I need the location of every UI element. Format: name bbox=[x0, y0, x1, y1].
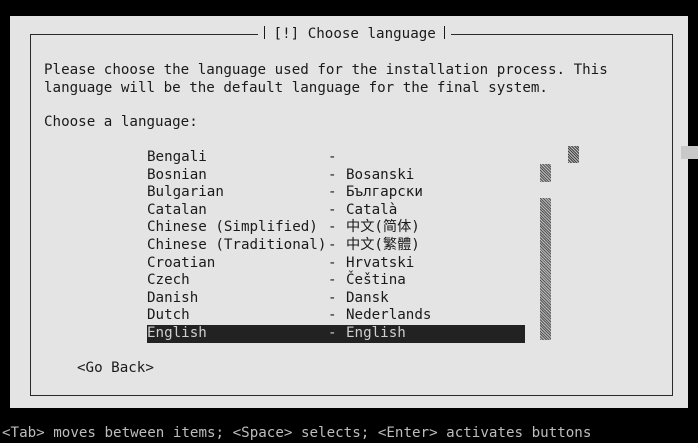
right-edge-marker bbox=[681, 146, 698, 159]
language-option[interactable]: Chinese (Traditional) - 中文(繁體) bbox=[147, 237, 525, 255]
language-name: Czech bbox=[147, 272, 190, 289]
language-option[interactable]: Czech - Čeština bbox=[147, 272, 525, 290]
language-native-name: Čeština bbox=[346, 272, 406, 289]
language-name: Chinese (Traditional) bbox=[147, 236, 327, 253]
language-separator: - bbox=[328, 272, 337, 289]
language-separator: - bbox=[328, 149, 337, 165]
language-name: English bbox=[147, 324, 207, 341]
choose-language-label: Choose a language: bbox=[44, 114, 198, 130]
list-scroll-indicator bbox=[568, 146, 579, 163]
language-separator: - bbox=[328, 201, 337, 218]
language-name: Danish bbox=[147, 289, 199, 306]
prompt-line-1: Please choose the language used for the … bbox=[44, 62, 608, 78]
language-separator: - bbox=[328, 219, 337, 236]
go-back-button[interactable]: <Go Back> bbox=[77, 360, 154, 378]
language-separator: - bbox=[328, 236, 337, 253]
language-name: Bengali bbox=[147, 149, 207, 165]
dialog-title-text: [!] Choose language bbox=[273, 26, 436, 42]
language-option[interactable]: Catalan - Català bbox=[147, 202, 525, 220]
language-separator: - bbox=[328, 307, 337, 324]
language-option[interactable]: English - English bbox=[147, 324, 525, 343]
language-name: Catalan bbox=[147, 201, 207, 218]
language-separator: - bbox=[328, 254, 337, 271]
language-name: Bulgarian bbox=[147, 184, 224, 201]
language-name: Croatian bbox=[147, 254, 216, 271]
language-native-name: 中文(简体) bbox=[346, 219, 420, 236]
dialog-prompt: Please choose the language used for the … bbox=[44, 62, 608, 97]
language-native-name: Български bbox=[346, 184, 423, 201]
title-right-bar bbox=[444, 26, 446, 39]
language-list-scrollbar[interactable] bbox=[540, 164, 551, 340]
language-option[interactable]: Croatian - Hrvatski bbox=[147, 255, 525, 273]
language-native-name: Dansk bbox=[346, 289, 389, 306]
language-option[interactable]: Dutch - Nederlands bbox=[147, 307, 525, 325]
language-name: Bosnian bbox=[147, 166, 207, 183]
language-native-name bbox=[346, 149, 525, 167]
language-native-name: English bbox=[346, 324, 406, 341]
title-left-bar bbox=[264, 26, 265, 39]
language-separator: - bbox=[328, 324, 337, 341]
language-option[interactable]: Bulgarian - Български bbox=[147, 184, 525, 202]
language-native-name: Hrvatski bbox=[346, 254, 415, 271]
language-separator: - bbox=[328, 184, 337, 201]
installer-screen: [!] Choose language Please choose the la… bbox=[0, 0, 698, 443]
language-name: Chinese (Simplified) bbox=[147, 219, 318, 236]
language-option[interactable]: Chinese (Simplified) - 中文(简体) bbox=[147, 219, 525, 237]
language-option[interactable]: Bosnian - Bosanski bbox=[147, 167, 525, 185]
language-native-name: Nederlands bbox=[346, 307, 432, 324]
language-native-name: Bosanski bbox=[346, 166, 415, 183]
language-option[interactable]: Danish - Dansk bbox=[147, 290, 525, 308]
scrollbar-track[interactable] bbox=[540, 198, 551, 340]
language-native-name: Català bbox=[346, 201, 398, 218]
scrollbar-thumb[interactable] bbox=[540, 164, 551, 182]
prompt-line-2: language will be the default language fo… bbox=[44, 79, 548, 96]
language-native-name: 中文(繁體) bbox=[346, 236, 420, 253]
language-separator: - bbox=[328, 166, 337, 183]
language-list[interactable]: Bengali - Bosnian - Bosanski Bulgarian - Българ… bbox=[147, 149, 525, 343]
dialog-title: [!] Choose language bbox=[258, 26, 452, 44]
language-option[interactable]: Bengali - bbox=[147, 149, 525, 167]
language-name: Dutch bbox=[147, 307, 190, 324]
status-bar: <Tab> moves between items; <Space> selec… bbox=[0, 425, 698, 443]
language-separator: - bbox=[328, 289, 337, 306]
